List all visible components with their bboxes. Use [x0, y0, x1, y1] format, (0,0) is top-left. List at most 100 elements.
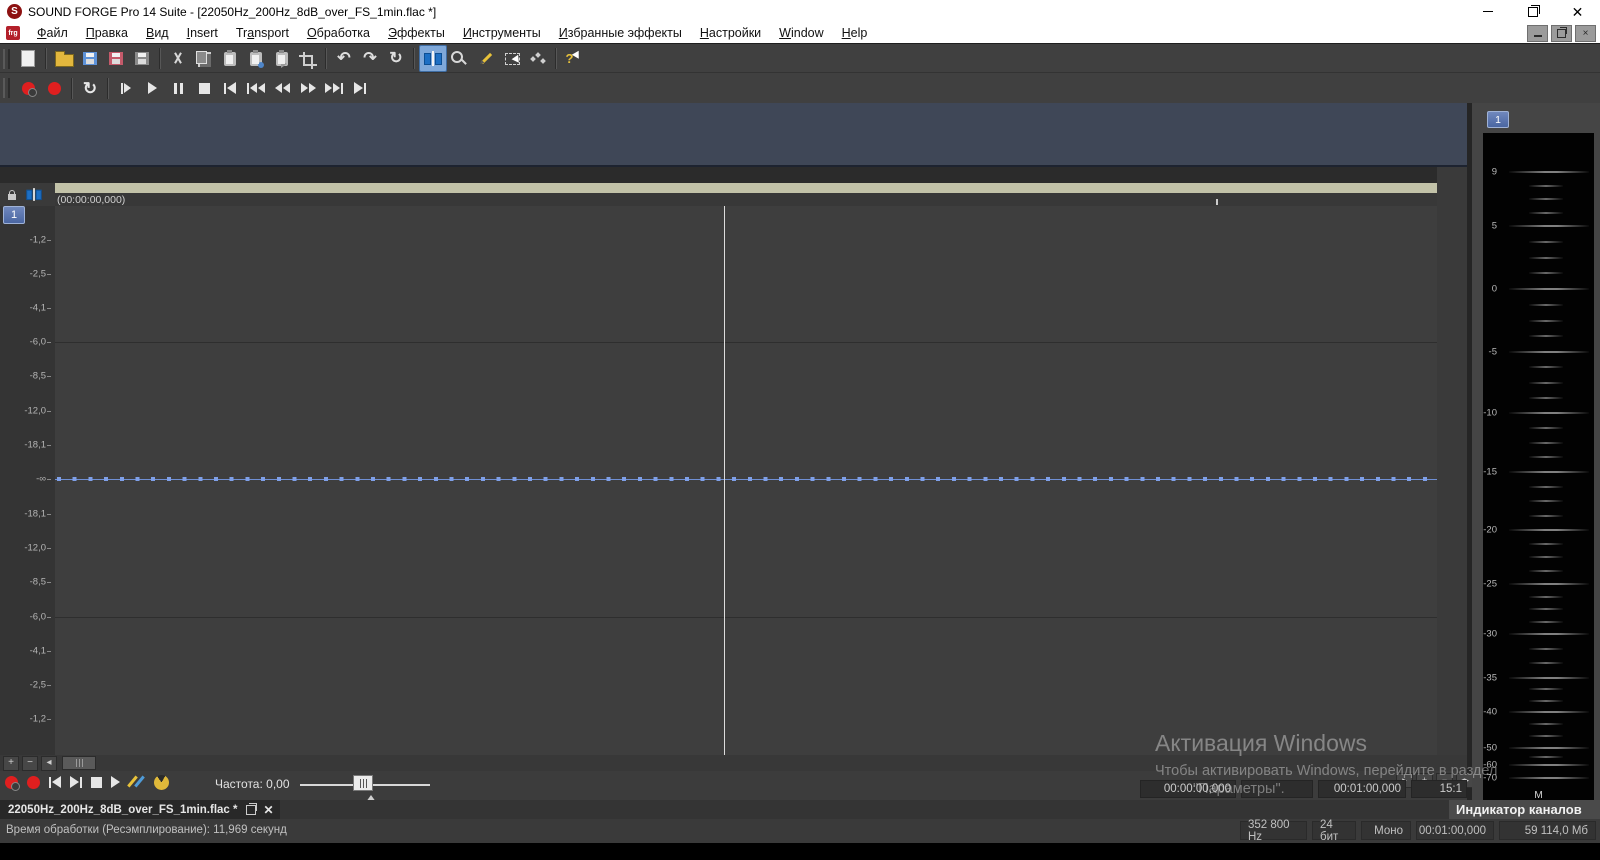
zoom-out-time-button[interactable]: − — [22, 755, 38, 771]
save-button[interactable] — [77, 46, 103, 71]
record-button[interactable] — [41, 76, 67, 101]
zoom-in-time-button[interactable]: + — [3, 755, 19, 771]
level-ruler[interactable]: -1,2 -2,5 -4,1 -6,0 -8,5 -12,0 -18,1 -∞ -18,1 -12… — [0, 206, 55, 755]
scroll-left-button[interactable]: ◂ — [41, 755, 57, 771]
channels-status[interactable]: Моно — [1361, 821, 1411, 840]
menu-window[interactable]: Window — [770, 23, 832, 43]
selection-start-field[interactable]: 00:00:00,000 — [1140, 780, 1236, 798]
undo-button[interactable]: ↶ — [331, 46, 357, 71]
close-button[interactable]: ✕ — [1555, 0, 1600, 23]
repeat-button[interactable]: ↻ — [383, 46, 409, 71]
cut-button[interactable] — [165, 46, 191, 71]
playbar-go-to-start-button[interactable] — [49, 776, 61, 788]
go-to-start-button[interactable] — [217, 76, 243, 101]
tab-restore-icon[interactable] — [245, 802, 257, 815]
play-icon — [147, 82, 157, 94]
envelope-tool-button[interactable] — [525, 46, 551, 71]
forward-to-marker-button[interactable] — [321, 76, 347, 101]
pencil-tool-button[interactable] — [473, 46, 499, 71]
save-as-button[interactable] — [103, 46, 129, 71]
scrollbar-thumb[interactable] — [62, 756, 96, 770]
level-meter[interactable]: 9 5 0 -5 -10 -15 -20 -25 -30 -35 -40 -50 -60 -70 М — [1483, 133, 1594, 801]
trim-crop-button[interactable] — [295, 46, 321, 71]
loop-playback-button[interactable]: ↻ — [77, 76, 103, 101]
playbar-play-button[interactable] — [111, 776, 120, 788]
minimize-button[interactable] — [1465, 0, 1510, 23]
tab-close-icon[interactable]: ✕ — [264, 803, 274, 817]
meter-major-tick — [1509, 351, 1589, 353]
play-all-button[interactable] — [113, 76, 139, 101]
menu-transport[interactable]: Tr a nsport — [227, 23, 298, 43]
bit-depth-status[interactable]: 24 бит — [1312, 819, 1356, 843]
zoom-ratio-field[interactable]: 15:1 — [1411, 780, 1467, 798]
db-label: -8,5 — [29, 576, 46, 588]
db-tick — [47, 240, 51, 241]
selection-end-field[interactable] — [1241, 780, 1313, 798]
menu-настройки[interactable]: Настройки — [691, 23, 770, 43]
pause-icon — [173, 82, 183, 94]
selection-length-field[interactable]: 00:01:00,000 — [1318, 780, 1406, 798]
menu-избранные-эффекты[interactable]: Избранные эффекты — [550, 23, 691, 43]
meter-major-tick — [1509, 764, 1589, 766]
sample-rate-status[interactable]: 352 800 Hz — [1240, 819, 1307, 843]
toolbar-grip[interactable] — [3, 48, 10, 69]
new-file-button[interactable] — [15, 46, 41, 71]
document-tab-bar: 22050Hz_200Hz_8dB_over_FS_1min.flac * ✕ — [0, 800, 1467, 819]
magnify-tool-button[interactable] — [447, 46, 473, 71]
meter-major-tick — [1509, 225, 1589, 227]
menu-обработка[interactable]: Обработка — [298, 23, 379, 43]
menu-файл[interactable]: Файл — [28, 23, 77, 43]
playbar-record-remote-button[interactable] — [5, 775, 20, 791]
meter-minor-tick — [1529, 543, 1563, 544]
edit-tool-button[interactable] — [419, 45, 447, 72]
paste-play-button[interactable] — [269, 46, 295, 71]
lock-icon[interactable] — [8, 189, 16, 200]
menu-вид[interactable]: Вид — [137, 23, 178, 43]
document-tab[interactable]: 22050Hz_200Hz_8dB_over_FS_1min.flac * ✕ — [0, 800, 280, 819]
playback-cursor[interactable] — [724, 206, 725, 755]
menu-эффекты[interactable]: Эффекты — [379, 23, 454, 43]
waveform-view[interactable] — [55, 206, 1437, 755]
redo-button[interactable]: ↷ — [357, 46, 383, 71]
open-button[interactable] — [51, 46, 77, 71]
locate-audio-icon[interactable] — [154, 774, 169, 790]
db-label: -1,2 — [29, 234, 46, 246]
meter-minor-tick — [1529, 427, 1563, 429]
selection-tool-button[interactable] — [499, 46, 525, 71]
go-to-end-button[interactable] — [347, 76, 373, 101]
speed-slider-thumb[interactable] — [353, 775, 373, 791]
menu-insert[interactable]: Insert — [178, 23, 227, 43]
rewind-to-marker-button[interactable] — [243, 76, 269, 101]
stop-button[interactable] — [191, 76, 217, 101]
playbar-stop-button[interactable] — [91, 776, 102, 788]
trim-crop-icon — [298, 51, 317, 69]
mdi-minimize-button[interactable] — [1527, 25, 1548, 42]
pause-button[interactable] — [165, 76, 191, 101]
meter-channel-badge[interactable]: 1 — [1487, 111, 1509, 128]
rewind-button[interactable] — [269, 76, 295, 101]
record-remote-button[interactable] — [15, 76, 41, 101]
paste-special-button[interactable] — [243, 46, 269, 71]
forward-button[interactable] — [295, 76, 321, 101]
length-status[interactable]: 00:01:00,000 — [1416, 821, 1494, 840]
playbar-record-button[interactable] — [27, 775, 40, 789]
menu-правка[interactable]: Правка — [77, 23, 137, 43]
play-button[interactable] — [139, 76, 165, 101]
track-number-badge[interactable]: 1 — [3, 206, 25, 224]
copy-button[interactable] — [191, 46, 217, 71]
playbar-go-to-end-button[interactable] — [70, 776, 82, 788]
mdi-close-button[interactable]: × — [1575, 25, 1596, 42]
restore-button[interactable] — [1510, 0, 1555, 23]
scrub-pencil-button[interactable] — [127, 774, 145, 790]
time-ruler[interactable]: (00:00:00,000) — [55, 193, 1437, 207]
toolbar-grip[interactable] — [3, 78, 10, 98]
pencil-icon — [480, 52, 492, 65]
mdi-restore-button[interactable] — [1551, 25, 1572, 42]
edit-cursor-icon[interactable] — [26, 188, 42, 201]
paste-button[interactable] — [217, 46, 243, 71]
save-all-button[interactable] — [129, 46, 155, 71]
meter-minor-tick — [1529, 212, 1563, 213]
menu-инструменты[interactable]: Инструменты — [454, 23, 550, 43]
whats-this-help-button[interactable]: ? — [561, 46, 587, 71]
menu-help[interactable]: Help — [833, 23, 877, 43]
